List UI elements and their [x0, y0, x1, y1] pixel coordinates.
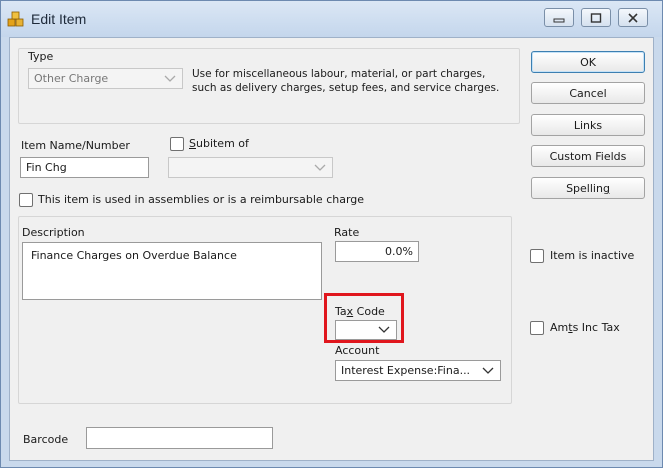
description-value: Finance Charges on Overdue Balance — [31, 249, 237, 262]
chevron-down-icon — [482, 367, 494, 374]
cancel-button[interactable]: Cancel — [531, 82, 645, 104]
item-name-value: Fin Chg — [26, 161, 67, 174]
description-label: Description — [22, 226, 85, 239]
tax-code-highlight — [324, 293, 404, 343]
minimize-button[interactable] — [544, 8, 574, 27]
type-description: Use for miscellaneous labour, material, … — [192, 68, 500, 94]
title-bar[interactable]: Edit Item — [1, 1, 662, 37]
account-value: Interest Expense:Fina... — [341, 364, 471, 377]
type-select-value: Other Charge — [34, 72, 109, 85]
assemblies-label: This item is used in assemblies or is a … — [38, 193, 365, 206]
barcode-label: Barcode — [23, 433, 69, 446]
boxes-icon — [7, 11, 24, 27]
minimize-icon — [553, 18, 565, 22]
barcode-input[interactable] — [86, 427, 273, 449]
account-label: Account — [335, 344, 380, 357]
chevron-down-icon — [164, 75, 176, 82]
links-button[interactable]: Links — [531, 114, 645, 136]
item-inactive-label: Item is inactive — [550, 249, 635, 262]
maximize-button[interactable] — [581, 8, 611, 27]
amts-inc-tax-label: Amts Inc Tax — [550, 321, 620, 334]
type-label: Type — [28, 50, 54, 63]
custom-fields-button[interactable]: Custom Fields — [531, 145, 645, 167]
description-textarea[interactable]: Finance Charges on Overdue Balance — [22, 242, 322, 300]
rate-label: Rate — [334, 226, 360, 239]
amts-inc-tax-checkbox[interactable] — [530, 321, 544, 335]
account-select[interactable]: Interest Expense:Fina... — [335, 360, 501, 381]
edit-item-window: Edit Item Type Other Charge Use for misc… — [0, 0, 663, 468]
subitem-label: Subitem of — [189, 137, 249, 150]
rate-value: 0.0% — [385, 245, 413, 258]
item-name-input[interactable]: Fin Chg — [20, 157, 149, 178]
rate-input[interactable]: 0.0% — [335, 241, 419, 262]
subitem-checkbox[interactable] — [170, 137, 184, 151]
maximize-icon — [590, 12, 602, 23]
close-icon — [628, 12, 638, 23]
item-name-label: Item Name/Number — [21, 139, 130, 152]
type-select[interactable]: Other Charge — [28, 68, 183, 89]
spelling-button[interactable]: Spellin g — [531, 177, 645, 199]
ok-button[interactable]: OK — [531, 51, 645, 73]
subitem-select[interactable] — [168, 157, 333, 178]
chevron-down-icon — [314, 164, 326, 171]
assemblies-checkbox[interactable] — [19, 193, 33, 207]
window-title: Edit Item — [31, 11, 87, 27]
close-button[interactable] — [618, 8, 648, 27]
item-inactive-checkbox[interactable] — [530, 249, 544, 263]
